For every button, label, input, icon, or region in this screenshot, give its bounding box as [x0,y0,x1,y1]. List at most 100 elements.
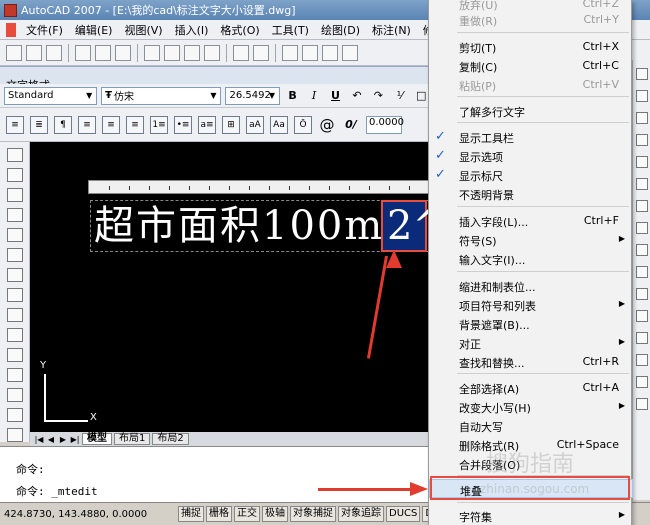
save-icon[interactable] [46,44,62,61]
menu-item-find-replace[interactable]: 查找和替换... Ctrl+R [429,352,633,371]
menu-item-cut[interactable]: 剪切(T) Ctrl+X [429,37,633,56]
menu-item-character-set[interactable]: 字符集 ▶ [429,506,633,525]
bold-button[interactable]: B [284,87,301,105]
tab-prev-icon[interactable]: ◀ [46,434,56,444]
scale-icon[interactable] [635,222,648,234]
rectangle-icon[interactable] [6,168,23,182]
grid-toggle[interactable]: 栅格 [206,506,232,522]
coordinate-readout[interactable]: 424.8730, 143.4880, 0.0000 [4,509,176,520]
offset-icon[interactable] [635,134,648,146]
extend-icon[interactable] [635,288,648,300]
make-block-icon[interactable] [6,328,23,342]
copy-object-icon[interactable] [635,90,648,102]
menu-item-show-ruler[interactable]: ✓ 显示标尺 [429,165,633,184]
menu-item-show-toolbar[interactable]: ✓ 显示工具栏 [429,127,633,146]
text-style-select[interactable]: Standard ▼ [4,86,98,105]
selected-text-highlight[interactable]: 2^ [381,200,446,252]
menu-item-copy[interactable]: 复制(C) Ctrl+C [429,56,633,75]
fillet-icon[interactable] [635,376,648,388]
align-left-icon[interactable]: ≡ [78,115,96,134]
italic-button[interactable]: I [305,87,322,105]
erase-icon[interactable] [635,68,648,80]
menu-tools[interactable]: 工具(T) [266,22,315,38]
open-file-icon[interactable] [26,44,42,61]
menu-item-import-text[interactable]: 输入文字(I)... [429,249,633,268]
mtext-content[interactable]: 超市面积100m [94,204,384,248]
menu-item-justify[interactable]: 对正 ▶ [429,333,633,352]
tab-layout2[interactable]: 布局2 [152,433,189,445]
pan-icon[interactable] [282,44,298,61]
zoom-realtime-icon[interactable] [302,44,318,61]
paragraph-icon[interactable]: ¶ [54,115,72,134]
osnap-toggle[interactable]: 对象捕捉 [290,506,336,522]
uppercase-icon[interactable]: aA [246,115,264,134]
command-window[interactable]: 命令: 命令: _mtedit [0,446,430,502]
menu-item-learn-mtext[interactable]: 了解多行文字 [429,101,633,120]
menu-file[interactable]: 文件(F) [20,22,69,38]
align-center-icon[interactable]: ≡ [102,115,120,134]
otrack-toggle[interactable]: 对象追踪 [338,506,384,522]
stack-icon[interactable]: ⅟ [391,87,408,105]
polygon-icon[interactable] [6,148,23,162]
menu-insert[interactable]: 插入(I) [169,22,215,38]
tab-next-icon[interactable]: ▶ [58,434,68,444]
undo-text-icon[interactable]: ↶ [348,87,365,105]
oblique-angle-input[interactable]: 0.0000 [366,115,404,134]
break-icon[interactable] [635,310,648,322]
new-file-icon[interactable] [6,44,22,61]
letters-icon[interactable]: a≡ [198,115,216,134]
insert-field-icon[interactable]: ⊞ [222,115,240,134]
bullets-icon[interactable]: •≡ [174,115,192,134]
redo-text-icon[interactable]: ↷ [370,87,387,105]
array-icon[interactable] [635,156,648,168]
ducs-toggle[interactable]: DUCS [386,506,421,522]
drawing-area[interactable]: 超市面积100m 2^ X Y [30,142,446,432]
text-height-select[interactable]: 26.5492 ▼ [225,86,280,105]
table-icon[interactable] [6,428,23,442]
menu-item-autocaps[interactable]: 自动大写 [429,416,633,435]
chamfer-icon[interactable] [635,354,648,366]
tab-model[interactable]: 模型 [82,433,112,445]
menu-item-paste[interactable]: 粘贴(P) Ctrl+V [429,75,633,94]
gradient-icon[interactable] [6,388,23,402]
menu-item-select-all[interactable]: 全部选择(A) Ctrl+A [429,378,633,397]
match-properties-icon[interactable] [204,44,220,61]
explode-icon[interactable] [635,398,648,410]
zoom-window-icon[interactable] [322,44,338,61]
ellipse-icon[interactable] [6,268,23,282]
tab-first-icon[interactable]: |◀ [34,434,44,444]
paste-icon[interactable] [184,44,200,61]
mtext-ruler[interactable] [88,180,432,194]
join-icon[interactable] [635,332,648,344]
redo-icon[interactable] [253,44,269,61]
ortho-toggle[interactable]: 正交 [234,506,260,522]
columns-icon[interactable]: ≡ [6,115,24,134]
underline-button[interactable]: U [327,87,344,105]
symbol-button[interactable]: @ [318,116,336,134]
trim-icon[interactable] [635,266,648,278]
stretch-icon[interactable] [635,244,648,256]
menu-dimension[interactable]: 标注(N) [366,22,417,38]
zoom-previous-icon[interactable] [342,44,358,61]
menu-item-symbol[interactable]: 符号(S) ▶ [429,230,633,249]
circle-icon[interactable] [6,208,23,222]
menu-item-opaque-background[interactable]: 不透明背景 [429,184,633,203]
point-icon[interactable] [6,348,23,362]
menu-item-redo[interactable]: 重做(R) Ctrl+Y [429,10,633,29]
mirror-icon[interactable] [635,112,648,124]
menu-edit[interactable]: 编辑(E) [69,22,119,38]
menu-item-indent-tabs[interactable]: 缩进和制表位... [429,276,633,295]
numbering-icon[interactable]: 1≡ [150,115,168,134]
polar-toggle[interactable]: 极轴 [262,506,288,522]
revcloud-icon[interactable] [6,228,23,242]
ellipse-arc-icon[interactable] [6,288,23,302]
mtext-justify-icon[interactable]: ≣ [30,115,48,134]
snap-toggle[interactable]: 捕捉 [178,506,204,522]
menu-item-bullets-lists[interactable]: 项目符号和列表 ▶ [429,295,633,314]
rotate-icon[interactable] [635,200,648,212]
undo-icon[interactable] [233,44,249,61]
align-right-icon[interactable]: ≡ [126,115,144,134]
menu-draw[interactable]: 绘图(D) [315,22,366,38]
spline-icon[interactable] [6,248,23,262]
copy-icon[interactable] [164,44,180,61]
